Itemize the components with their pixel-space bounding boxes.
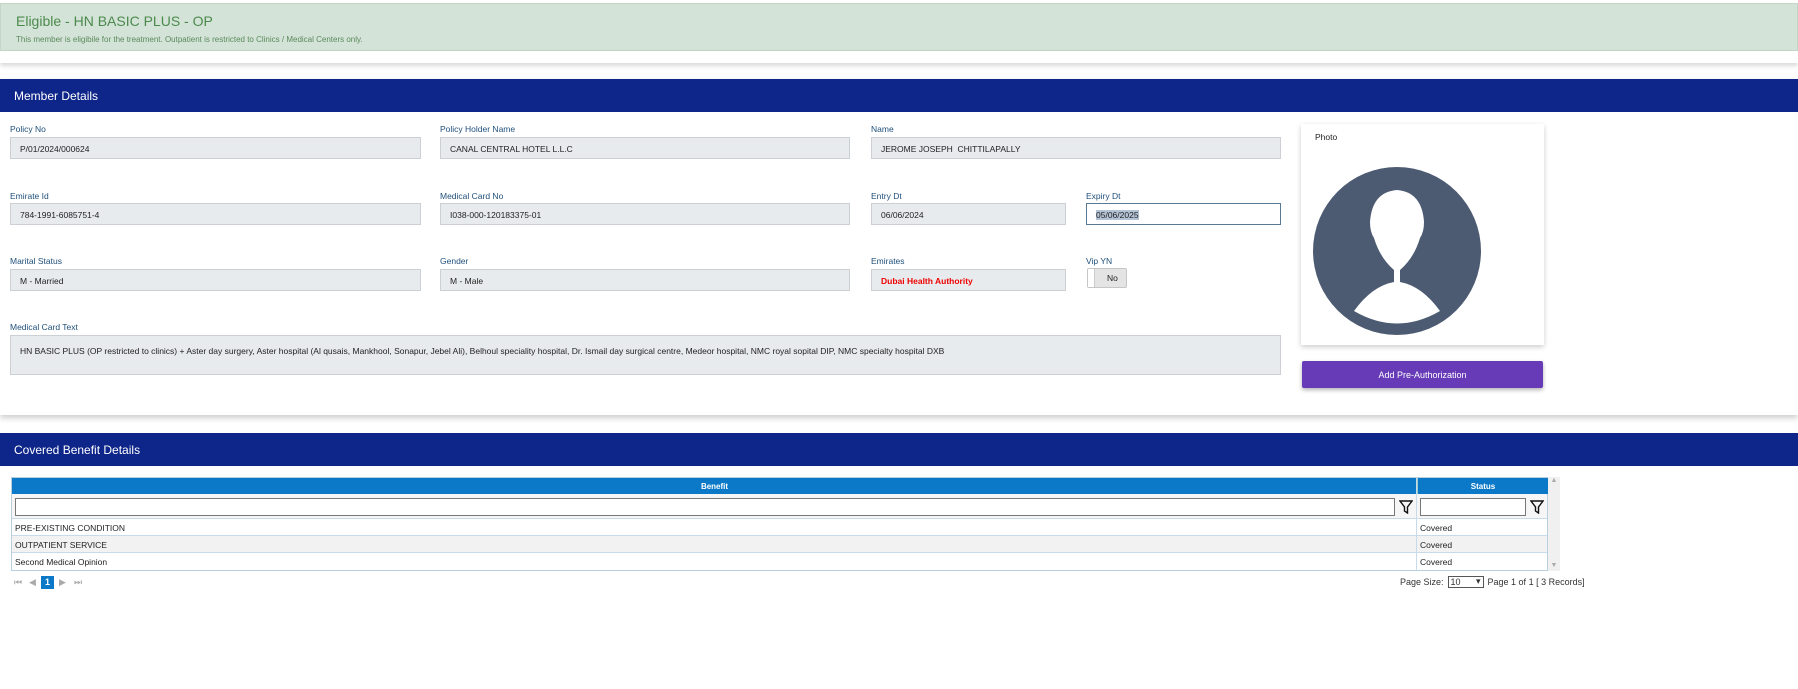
filter-icon[interactable] [1530, 500, 1544, 514]
vip-label: Vip YN [1086, 256, 1113, 266]
emirates-label: Emirates [871, 256, 905, 266]
eligibility-banner: Eligible - HN BASIC PLUS - OP This membe… [0, 3, 1798, 51]
vip-value: No [1107, 273, 1118, 283]
photo-card: Photo [1301, 124, 1544, 345]
status-cell: Covered [1420, 540, 1453, 550]
page-size-select[interactable]: 10 ▾ [1447, 576, 1484, 588]
emirate-id-label: Emirate Id [10, 191, 49, 201]
filter-row [12, 494, 1547, 519]
marital-status-field[interactable]: M - Married [10, 269, 421, 291]
medical-card-no-field[interactable]: I038-000-120183375-01 [440, 203, 850, 225]
policy-holder-field[interactable]: CANAL CENTRAL HOTEL L.L.C [440, 137, 850, 159]
card-text-area[interactable]: HN BASIC PLUS (OP restricted to clinics)… [10, 335, 1281, 375]
last-page-icon[interactable]: ⏭ [74, 577, 82, 588]
entry-dt-field[interactable]: 06/06/2024 [871, 203, 1066, 225]
page-1-button[interactable]: 1 [41, 576, 54, 589]
expiry-dt-field[interactable]: 05/06/2025 [1086, 203, 1281, 225]
name-label: Name [871, 124, 894, 134]
page-summary: Page 1 of 1 [ 3 Records] [1487, 577, 1585, 587]
pager-info: Page Size: 10 ▾ Page 1 of 1 [ 3 Records] [1400, 576, 1585, 588]
emirate-id-field[interactable]: 784-1991-6085751-4 [10, 203, 421, 225]
table-row[interactable]: OUTPATIENT SERVICE Covered [12, 536, 1547, 553]
vip-toggle[interactable]: No [1087, 268, 1127, 288]
page-size-value: 10 [1450, 577, 1461, 587]
page-size-label: Page Size: [1400, 577, 1444, 587]
emirates-field[interactable]: Dubai Health Authority [871, 269, 1066, 291]
status-cell: Covered [1420, 523, 1453, 533]
grid-scrollbar[interactable]: ▲ ▼ [1548, 477, 1560, 571]
first-page-icon[interactable]: ⏮ [14, 577, 22, 588]
scroll-down-icon[interactable]: ▼ [1548, 562, 1560, 569]
entry-dt-label: Entry Dt [871, 191, 902, 201]
eligibility-message: This member is eligibile for the treatme… [16, 35, 363, 44]
divider [0, 51, 1798, 63]
benefits-grid: Benefit Status PRE-EXISTING CONDITION Cov… [11, 477, 1548, 571]
benefits-header: Covered Benefit Details [0, 433, 1798, 466]
card-text-label: Medical Card Text [10, 322, 78, 332]
add-pre-authorization-button[interactable]: Add Pre-Authorization [1302, 361, 1543, 388]
column-header-benefit[interactable]: Benefit [12, 478, 1417, 494]
photo-label: Photo [1315, 132, 1338, 142]
status-filter-input[interactable] [1420, 498, 1526, 516]
policy-no-label: Policy No [10, 124, 46, 134]
marital-status-label: Marital Status [10, 256, 62, 266]
status-cell: Covered [1420, 557, 1453, 567]
next-page-icon[interactable]: ▶ [59, 577, 66, 588]
gender-field[interactable]: M - Male [440, 269, 850, 291]
benefit-cell: OUTPATIENT SERVICE [15, 540, 107, 550]
benefit-cell: PRE-EXISTING CONDITION [15, 523, 126, 533]
filter-icon[interactable] [1399, 500, 1413, 514]
benefit-cell: Second Medical Opinion [15, 557, 108, 567]
table-row[interactable]: PRE-EXISTING CONDITION Covered [12, 519, 1547, 536]
prev-page-icon[interactable]: ◀ [29, 577, 36, 588]
toggle-handle [1088, 269, 1095, 287]
member-details-header: Member Details [0, 79, 1798, 112]
benefit-filter-input[interactable] [15, 498, 1395, 516]
expiry-dt-value: 05/06/2025 [1096, 210, 1139, 220]
table-row[interactable]: Second Medical Opinion Covered [12, 553, 1547, 570]
column-header-status[interactable]: Status [1417, 478, 1548, 494]
avatar-placeholder-icon [1313, 167, 1481, 335]
medical-card-no-label: Medical Card No [440, 191, 504, 201]
policy-no-field[interactable]: P/01/2024/000624 [10, 137, 421, 159]
eligibility-title: Eligible - HN BASIC PLUS - OP [16, 13, 213, 29]
expiry-dt-label: Expiry Dt [1086, 191, 1121, 201]
gender-label: Gender [440, 256, 469, 266]
chevron-down-icon: ▾ [1476, 576, 1481, 586]
policy-holder-label: Policy Holder Name [440, 124, 516, 134]
scroll-up-icon[interactable]: ▲ [1548, 477, 1560, 484]
name-field[interactable]: JEROME JOSEPH CHITTILAPALLY [871, 137, 1281, 159]
column-divider [1416, 478, 1417, 570]
